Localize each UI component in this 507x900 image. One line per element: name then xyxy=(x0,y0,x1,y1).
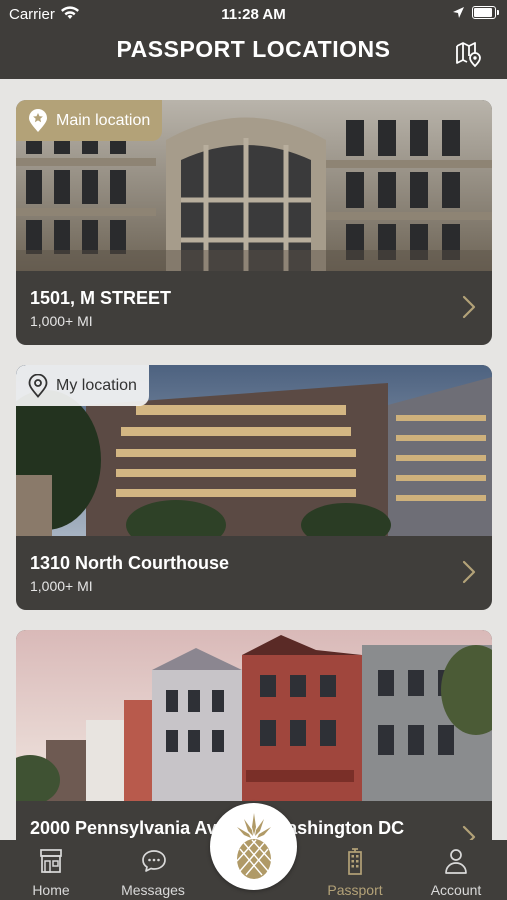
badge-label: Main location xyxy=(56,111,151,129)
location-name: 1310 North Courthouse xyxy=(30,553,230,573)
location-pin-icon xyxy=(28,373,48,398)
location-arrow-icon xyxy=(453,7,464,18)
status-bar: Carrier 11:28 AM xyxy=(0,0,507,28)
location-list[interactable]: Main location 1501, M STREET 1,000+ MI M… xyxy=(0,79,507,840)
storefront-icon xyxy=(40,849,62,873)
main-location-badge: Main location xyxy=(16,100,163,141)
page-title: PASSPORT LOCATIONS xyxy=(116,36,391,62)
tab-messages[interactable]: Messages xyxy=(103,840,203,900)
star-pin-icon xyxy=(29,108,47,132)
location-photo xyxy=(16,630,492,801)
chevron-right-icon xyxy=(462,295,476,319)
tab-account[interactable]: Account xyxy=(406,840,506,900)
app-header: Carrier 11:28 AM PASSPORT LOCATIONS xyxy=(0,0,507,79)
chevron-right-icon xyxy=(462,560,476,584)
tab-label: Home xyxy=(32,882,70,898)
tab-label: Messages xyxy=(121,882,185,898)
tab-label: Passport xyxy=(327,882,383,898)
status-time: 11:28 AM xyxy=(221,6,286,23)
location-name: 1501, M STREET xyxy=(30,288,172,308)
location-card[interactable]: Main location 1501, M STREET 1,000+ MI xyxy=(16,100,492,345)
badge-label: My location xyxy=(56,376,137,394)
location-card[interactable]: My location 1310 North Courthouse 1,000+… xyxy=(16,365,492,610)
location-distance: 1,000+ MI xyxy=(30,313,93,329)
passport-building-icon xyxy=(348,848,362,875)
person-icon xyxy=(445,849,467,874)
chevron-right-icon xyxy=(462,825,476,840)
tab-label: Account xyxy=(430,882,482,898)
center-pineapple-button[interactable] xyxy=(210,803,297,890)
tab-passport[interactable]: Passport xyxy=(305,840,405,900)
battery-icon xyxy=(472,6,499,19)
tab-home[interactable]: Home xyxy=(1,840,101,900)
map-pin-icon[interactable] xyxy=(454,39,484,69)
my-location-badge: My location xyxy=(16,365,149,406)
location-distance: 1,000+ MI xyxy=(30,578,93,594)
pineapple-icon xyxy=(236,813,272,879)
chat-bubble-icon xyxy=(142,850,166,872)
